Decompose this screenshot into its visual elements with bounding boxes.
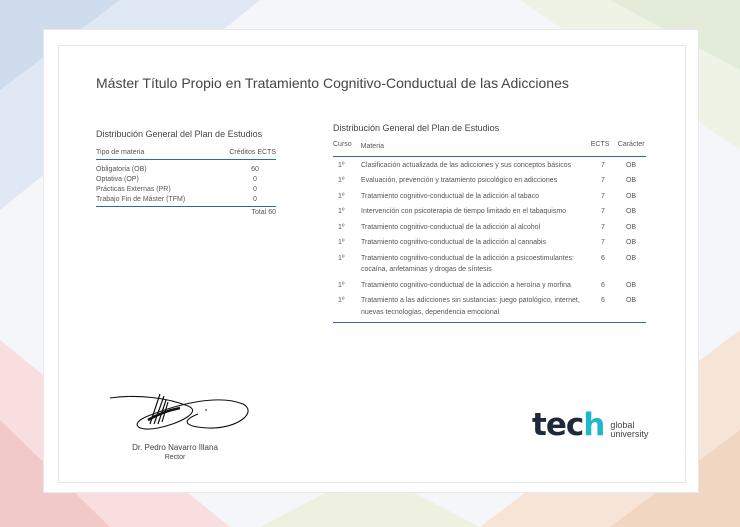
row-curso: 1º xyxy=(338,223,345,231)
row-curso: 1º xyxy=(338,254,345,262)
logo-word-end: h xyxy=(583,407,605,443)
header-caracter: Carácter xyxy=(617,141,645,148)
row-ects: 7 xyxy=(601,192,605,200)
row-ects: 7 xyxy=(601,161,605,169)
row-ects: 6 xyxy=(601,281,605,289)
row-caracter: OB xyxy=(625,161,637,169)
row-materia: Tratamiento cognitivo-conductual de la a… xyxy=(361,254,574,274)
row-credits: 0 xyxy=(253,195,257,203)
signature-image xyxy=(109,393,249,430)
row-caracter: OB xyxy=(625,192,637,200)
row-materia: Clasificación actualizada de las adiccio… xyxy=(361,161,572,169)
program-title: Máster Título Propio en Tratamiento Cogn… xyxy=(96,75,569,91)
plan-row: 1º Clasificación actualizada de las adic… xyxy=(333,160,646,172)
row-materia: Tratamiento cognitivo-conductual de la a… xyxy=(361,281,571,289)
row-curso: 1º xyxy=(338,239,345,246)
distribution-row: Obligatoria (OB) 60 xyxy=(96,164,276,174)
row-ects: 7 xyxy=(601,177,605,184)
distribution-row: Optativa (OP) 0 xyxy=(96,174,276,184)
header-type: Tipo de materia xyxy=(96,149,145,156)
row-ects: 7 xyxy=(601,223,605,231)
plan-row: 1º Tratamiento cognitivo-conductual de l… xyxy=(333,253,646,276)
row-caracter: OB xyxy=(625,223,637,231)
row-caracter: OB xyxy=(625,177,637,184)
row-materia: Tratamiento cognitivo-conductual de la a… xyxy=(361,192,539,200)
distribution-title: Distribución General del Plan de Estudio… xyxy=(96,129,263,139)
row-type: Prácticas Externas (PR) xyxy=(96,185,171,193)
row-type: Trabajo Fin de Máster (TFM) xyxy=(96,195,186,203)
row-caracter: OB xyxy=(625,239,637,246)
distribution-table: Tipo de materia Créditos ECTS Obligatori… xyxy=(96,149,276,216)
header-materia: Materia xyxy=(360,143,384,150)
row-type: Obligatoria (OB) xyxy=(96,165,147,173)
distribution-total: Total 60 xyxy=(96,206,276,216)
plan-table-bottom-rule xyxy=(333,322,646,323)
signatory-role: Rector xyxy=(164,454,186,461)
row-caracter: OB xyxy=(625,281,637,289)
row-curso: 1º xyxy=(338,281,345,289)
row-credits: 60 xyxy=(251,165,259,173)
plan-row: 1º Tratamiento a las adicciones sin sust… xyxy=(333,295,646,318)
row-curso: 1º xyxy=(338,161,345,169)
certificate-content: Máster Título Propio en Tratamiento Cogn… xyxy=(0,0,740,527)
row-caracter: OB xyxy=(625,208,637,215)
row-materia: Tratamiento cognitivo-conductual de la a… xyxy=(361,239,546,246)
plan-row: 1º Intervención con psicoterapia de tiem… xyxy=(333,206,646,218)
header-ects: ECTS xyxy=(590,141,610,148)
row-materia: Intervención con psicoterapia de tiempo … xyxy=(361,208,567,215)
header-credits: Créditos ECTS xyxy=(229,149,276,156)
plan-row: 1º Tratamiento cognitivo-conductual de l… xyxy=(333,237,646,249)
logo-tagline: global university xyxy=(610,421,648,439)
row-credits: 0 xyxy=(253,175,257,183)
row-ects: 6 xyxy=(601,254,605,262)
row-ects: 6 xyxy=(601,297,605,304)
plan-header: Curso Materia ECTS Carácter xyxy=(333,141,646,157)
distribution-row: Trabajo Fin de Máster (TFM) 0 xyxy=(96,194,276,204)
logo-tag-line2: university xyxy=(610,429,649,439)
plan-row: 1º Tratamiento cognitivo-conductual de l… xyxy=(333,280,646,292)
plan-row: 1º Tratamiento cognitivo-conductual de l… xyxy=(333,222,646,234)
row-curso: 1º xyxy=(338,192,345,200)
row-materia: Tratamiento a las adicciones sin sustanc… xyxy=(361,297,580,316)
row-ects: 7 xyxy=(601,208,605,215)
logo-wordmark: tech xyxy=(532,407,605,443)
row-caracter: OB xyxy=(625,297,637,304)
signatory-name: Dr. Pedro Navarro Illana xyxy=(132,443,218,452)
distribution-header: Tipo de materia Créditos ECTS xyxy=(96,149,276,160)
row-materia: Tratamiento cognitivo-conductual de la a… xyxy=(361,223,541,231)
row-curso: 1º xyxy=(338,208,345,215)
tech-logo: tech global university xyxy=(532,410,648,441)
row-credits: 0 xyxy=(253,185,257,193)
row-curso: 1º xyxy=(338,177,345,184)
row-type: Optativa (OP) xyxy=(96,175,139,183)
row-ects: 7 xyxy=(601,239,605,246)
plan-table: Curso Materia ECTS Carácter 1º Clasifica… xyxy=(333,141,646,323)
row-materia: Evaluación, prevención y tratamiento psi… xyxy=(361,177,558,184)
plan-row: 1º Evaluación, prevención y tratamiento … xyxy=(333,175,646,187)
row-caracter: OB xyxy=(625,254,637,262)
plan-row: 1º Tratamiento cognitivo-conductual de l… xyxy=(333,191,646,203)
plan-title: Distribución General del Plan de Estudio… xyxy=(333,123,500,133)
logo-word-start: tec xyxy=(532,407,584,443)
distribution-row: Prácticas Externas (PR) 0 xyxy=(96,184,276,194)
row-curso: 1º xyxy=(338,297,345,304)
header-curso: Curso xyxy=(333,141,352,148)
